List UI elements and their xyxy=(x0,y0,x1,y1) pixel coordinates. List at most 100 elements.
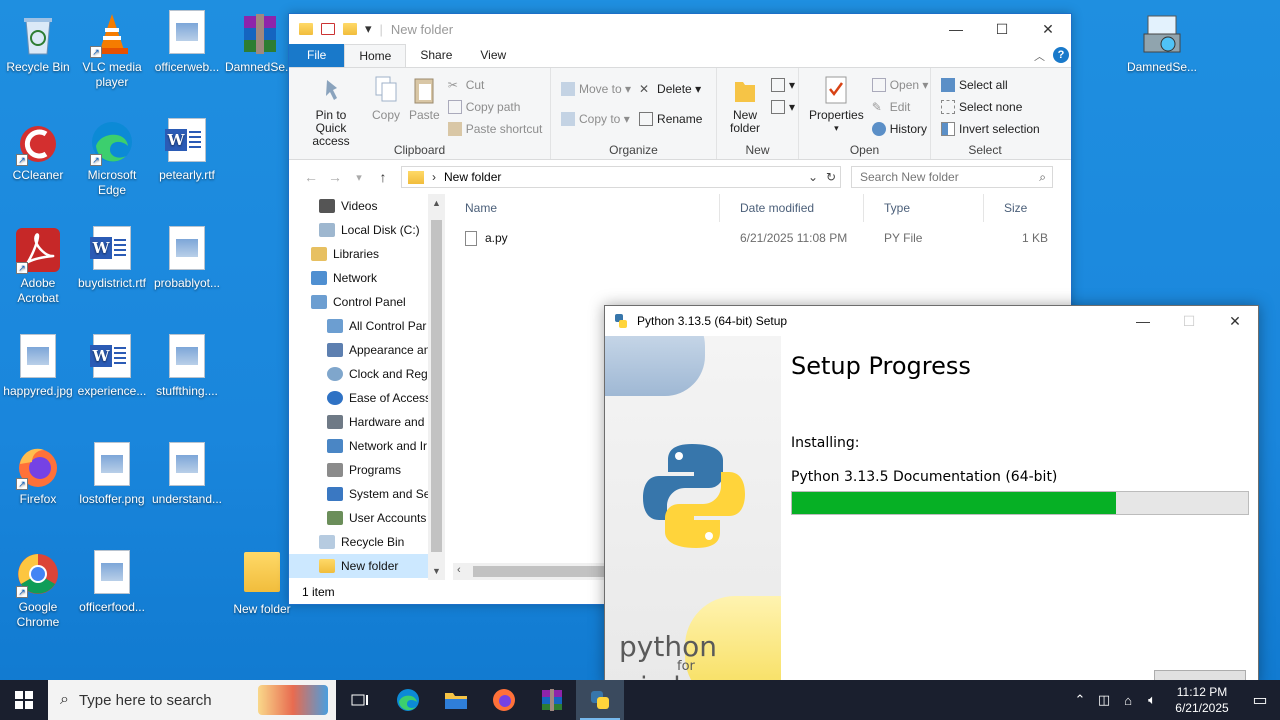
column-header-name[interactable]: Name xyxy=(445,194,720,222)
nav-item-new-folder[interactable]: New folder xyxy=(289,554,445,578)
forward-arrow-icon[interactable]: → xyxy=(323,169,347,185)
nav-item-videos[interactable]: Videos xyxy=(289,194,445,218)
volume-icon[interactable]: 🔈︎ xyxy=(1140,692,1164,708)
breadcrumb-chevron-icon[interactable]: › xyxy=(432,170,436,184)
desktop-icon-damnedse[interactable]: DamnedSe... xyxy=(222,6,298,75)
desktop-icon-buydistrict[interactable]: W buydistrict.rtf xyxy=(74,222,150,291)
nav-item-system-security[interactable]: System and Sec xyxy=(289,482,445,506)
meet-now-icon[interactable]: ◫ xyxy=(1092,692,1116,708)
select-all-button[interactable]: Select all xyxy=(937,74,1044,96)
desktop-icon-chrome[interactable]: ↗ Google Chrome xyxy=(0,546,76,630)
scroll-left-icon[interactable]: ‹ xyxy=(457,564,461,576)
tab-share[interactable]: Share xyxy=(406,44,466,67)
move-to-button[interactable]: Move to ▾ xyxy=(557,74,635,104)
tab-view[interactable]: View xyxy=(466,44,520,67)
desktop-icon-ccleaner[interactable]: ↗ CCleaner xyxy=(0,114,76,183)
taskbar-search[interactable]: ⌕ Type here to search xyxy=(48,680,336,720)
desktop-icon-officerfood[interactable]: officerfood... xyxy=(74,546,150,615)
taskbar-file-explorer[interactable] xyxy=(432,680,480,720)
up-arrow-icon[interactable]: ↑ xyxy=(371,169,395,185)
scrollbar-thumb[interactable] xyxy=(431,220,442,552)
close-button[interactable]: ✕ xyxy=(1212,306,1258,336)
nav-item-network[interactable]: Network xyxy=(289,266,445,290)
clock[interactable]: 11:12 PM 6/21/2025 xyxy=(1164,684,1240,716)
nav-item-recycle-bin[interactable]: Recycle Bin xyxy=(289,530,445,554)
select-none-button[interactable]: Select none xyxy=(937,96,1044,118)
scroll-down-icon[interactable]: ▼ xyxy=(428,566,445,576)
easy-access-button[interactable]: ▾ xyxy=(767,96,799,118)
taskbar-edge[interactable] xyxy=(384,680,432,720)
desktop-icon-stuffthing[interactable]: stuffthing.... xyxy=(149,330,225,399)
nav-item-network-internet[interactable]: Network and Ir xyxy=(289,434,445,458)
collapse-ribbon-icon[interactable]: ︿ xyxy=(1034,48,1045,64)
notification-center-icon[interactable]: ▭ xyxy=(1240,690,1280,710)
desktop-icon-edge[interactable]: ↗ Microsoft Edge xyxy=(74,114,150,198)
nav-item-clock-region[interactable]: Clock and Regi xyxy=(289,362,445,386)
desktop-icon-experience[interactable]: W experience... xyxy=(74,330,150,399)
cut-button[interactable]: ✂ Cut xyxy=(444,74,547,96)
nav-item-hardware[interactable]: Hardware and xyxy=(289,410,445,434)
scrollbar-thumb[interactable] xyxy=(473,566,613,577)
desktop-icon-damnedse-setup[interactable]: DamnedSe... xyxy=(1124,6,1200,75)
setup-titlebar[interactable]: Python 3.13.5 (64-bit) Setup — ☐ ✕ xyxy=(605,306,1258,336)
desktop-icon-petearly[interactable]: W petearly.rtf xyxy=(149,114,225,183)
minimize-button[interactable]: — xyxy=(1120,306,1166,336)
taskbar-winrar[interactable] xyxy=(528,680,576,720)
edit-button[interactable]: ✎ Edit xyxy=(868,96,933,118)
properties-check-icon[interactable] xyxy=(321,23,335,35)
invert-selection-button[interactable]: Invert selection xyxy=(937,118,1044,140)
nav-item-ease-of-access[interactable]: Ease of Access xyxy=(289,386,445,410)
desktop-icon-recycle-bin[interactable]: Recycle Bin xyxy=(0,6,76,75)
desktop-icon-happyred[interactable]: happyred.jpg xyxy=(0,330,76,399)
network-icon[interactable]: ⌂ xyxy=(1116,693,1140,708)
copy-path-button[interactable]: Copy path xyxy=(444,96,547,118)
refresh-icon[interactable]: ↻ xyxy=(822,170,840,184)
explorer-titlebar[interactable]: ▾ | New folder — ☐ ✕ xyxy=(289,14,1071,44)
close-button[interactable]: ✕ xyxy=(1025,14,1071,44)
desktop-icon-understand[interactable]: understand... xyxy=(149,438,225,507)
minimize-button[interactable]: — xyxy=(933,14,979,44)
nav-item-control-panel[interactable]: Control Panel xyxy=(289,290,445,314)
nav-item-all-control-panel[interactable]: All Control Par xyxy=(289,314,445,338)
navigation-pane[interactable]: Videos Local Disk (C:) Libraries Network… xyxy=(289,194,445,580)
tab-file[interactable]: File xyxy=(289,44,345,67)
search-input[interactable]: Search New folder ⌕ xyxy=(851,166,1053,188)
copy-to-button[interactable]: Copy to ▾ xyxy=(557,104,635,134)
qat-dropdown-icon[interactable]: ▾ xyxy=(365,21,372,37)
desktop-icon-vlc[interactable]: ↗ VLC media player xyxy=(74,6,150,90)
nav-scrollbar[interactable]: ▲ ▼ xyxy=(428,194,445,580)
nav-item-local-disk[interactable]: Local Disk (C:) xyxy=(289,218,445,242)
desktop-icon-firefox[interactable]: ↗ Firefox xyxy=(0,438,76,507)
desktop-icon-probablyot[interactable]: probablyot... xyxy=(149,222,225,291)
delete-button[interactable]: ✕ Delete ▾ xyxy=(635,74,706,104)
column-header-date[interactable]: Date modified xyxy=(720,194,864,222)
show-hidden-icons-chevron-icon[interactable]: ⌃ xyxy=(1068,692,1092,708)
recent-dropdown-icon[interactable]: ▾ xyxy=(347,171,371,184)
taskbar-python-setup[interactable] xyxy=(576,680,624,720)
open-button[interactable]: Open ▾ xyxy=(868,74,933,96)
nav-item-user-accounts[interactable]: User Accounts xyxy=(289,506,445,530)
column-header-size[interactable]: Size xyxy=(984,194,1064,222)
desktop-icon-officerweb[interactable]: officerweb... xyxy=(149,6,225,75)
help-icon[interactable]: ? xyxy=(1053,47,1069,63)
address-bar[interactable]: › New folder ⌄ ↻ xyxy=(401,166,841,188)
table-row[interactable]: a.py 6/21/2025 11:08 PM PY File 1 KB xyxy=(445,226,1071,250)
breadcrumb[interactable]: New folder xyxy=(444,170,501,184)
taskbar-firefox[interactable] xyxy=(480,680,528,720)
scroll-up-icon[interactable]: ▲ xyxy=(428,198,445,208)
address-dropdown-icon[interactable]: ⌄ xyxy=(804,170,822,184)
tab-home[interactable]: Home xyxy=(344,44,407,67)
new-item-button[interactable]: ▾ xyxy=(767,74,799,96)
back-arrow-icon[interactable]: ← xyxy=(299,169,323,185)
maximize-button[interactable]: ☐ xyxy=(979,14,1025,44)
desktop-icon-acrobat[interactable]: ↗ Adobe Acrobat xyxy=(0,222,76,306)
desktop-icon-lostoffer[interactable]: lostoffer.png xyxy=(74,438,150,507)
paste-shortcut-button[interactable]: Paste shortcut xyxy=(444,118,547,140)
maximize-button[interactable]: ☐ xyxy=(1166,306,1212,336)
nav-item-appearance[interactable]: Appearance an xyxy=(289,338,445,362)
nav-item-libraries[interactable]: Libraries xyxy=(289,242,445,266)
rename-button[interactable]: Rename xyxy=(635,104,706,134)
start-button[interactable] xyxy=(0,680,48,720)
column-header-type[interactable]: Type xyxy=(864,194,984,222)
nav-item-programs[interactable]: Programs xyxy=(289,458,445,482)
